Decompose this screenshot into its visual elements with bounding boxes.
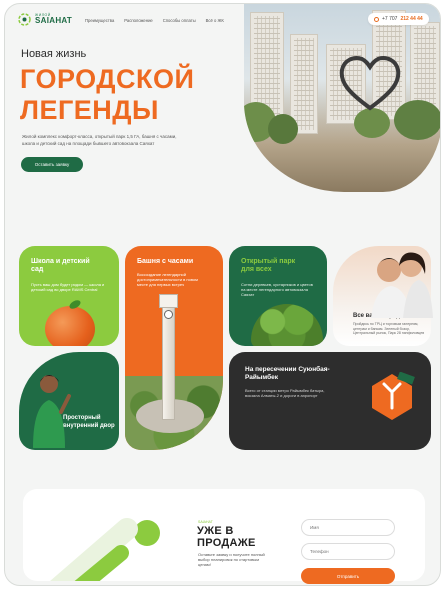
logo[interactable]: ЖИЛОЙ SAIAHAT (18, 13, 72, 26)
sale-title-line2: ПРОДАЖЕ (197, 537, 256, 549)
tile-park-text: Сотни деревьев, кустарников и цветов на … (241, 282, 313, 297)
tile-park-title: Открытый парк для всех (241, 258, 296, 273)
tile-tower-text: Воссоздание легендарной достопримечатель… (137, 272, 198, 287)
clock-tower-image (162, 304, 175, 420)
phone-prefix: +7 707 (382, 16, 398, 22)
logo-mark-icon (18, 13, 31, 26)
tile-school-title: Школа и детский сад (31, 258, 90, 273)
tile-tower-title: Башня с часами (137, 258, 194, 265)
couple-image (371, 252, 433, 318)
hero-title: ГОРОДСКОЙ ЛЕГЕНДЫ (20, 64, 194, 126)
submit-button[interactable]: Отправить (301, 568, 395, 584)
phone-input[interactable] (310, 549, 394, 554)
clock-tower-top (159, 294, 178, 308)
tile-metro-text: Всего от станции метро Райымбек батыра, … (245, 388, 325, 398)
name-field[interactable] (301, 519, 395, 536)
nav-item-about[interactable]: Всё о ЖК (206, 18, 224, 23)
main-nav: Преимущества Расположение Способы оплаты… (85, 18, 224, 23)
tile-park: Открытый парк для всех Сотни деревьев, к… (229, 246, 327, 346)
hero-title-line1: ГОРОДСКОЙ (20, 64, 195, 94)
heart-icon (339, 56, 401, 111)
tile-near-text: Пройдись по ТРЦ и торговым галереям, цен… (353, 322, 425, 335)
sale-title: УЖЕ В ПРОДАЖЕ (197, 525, 256, 549)
hero-description: Жилой комплекс комфорт-класса, открытый … (22, 134, 177, 146)
road-sign-icon (372, 372, 415, 420)
sale-tag: SAIAHAT (198, 520, 213, 524)
decorative-stripes (50, 518, 160, 581)
logo-text: SAIAHAT (35, 16, 73, 26)
tile-metro-title: На пересечении Суюнбая-Райымбек (245, 366, 330, 381)
leave-request-button[interactable]: Оставить заявку (21, 157, 83, 172)
phone-field[interactable] (301, 543, 395, 560)
nav-item-payment[interactable]: Способы оплаты (163, 18, 196, 23)
apple-image (45, 306, 95, 346)
clock-icon (164, 310, 173, 319)
woman-image (33, 375, 71, 448)
tree-image (251, 304, 323, 346)
nav-item-advantages[interactable]: Преимущества (85, 18, 114, 23)
tile-school: Школа и детский сад Пусть ваш дом будет … (19, 246, 119, 346)
phone-button[interactable]: +7 707 212 44 44 (368, 13, 429, 25)
page-frame: ЖИЛОЙ SAIAHAT Преимущества Расположение … (4, 3, 441, 586)
hero-title-line2: ЛЕГЕНДЫ (20, 95, 159, 125)
phone-icon (374, 16, 379, 22)
hero-subtitle: Новая жизнь (21, 48, 87, 60)
nav-item-location[interactable]: Расположение (124, 18, 152, 23)
sale-description: Оставьте заявку и получите полный выбор … (198, 552, 265, 567)
name-input[interactable] (310, 525, 394, 530)
sale-title-line1: УЖЕ В (197, 525, 234, 537)
phone-number: 212 44 44 (400, 16, 423, 22)
tile-school-text: Пусть ваш дом будет рядом — школа и детс… (31, 282, 105, 292)
